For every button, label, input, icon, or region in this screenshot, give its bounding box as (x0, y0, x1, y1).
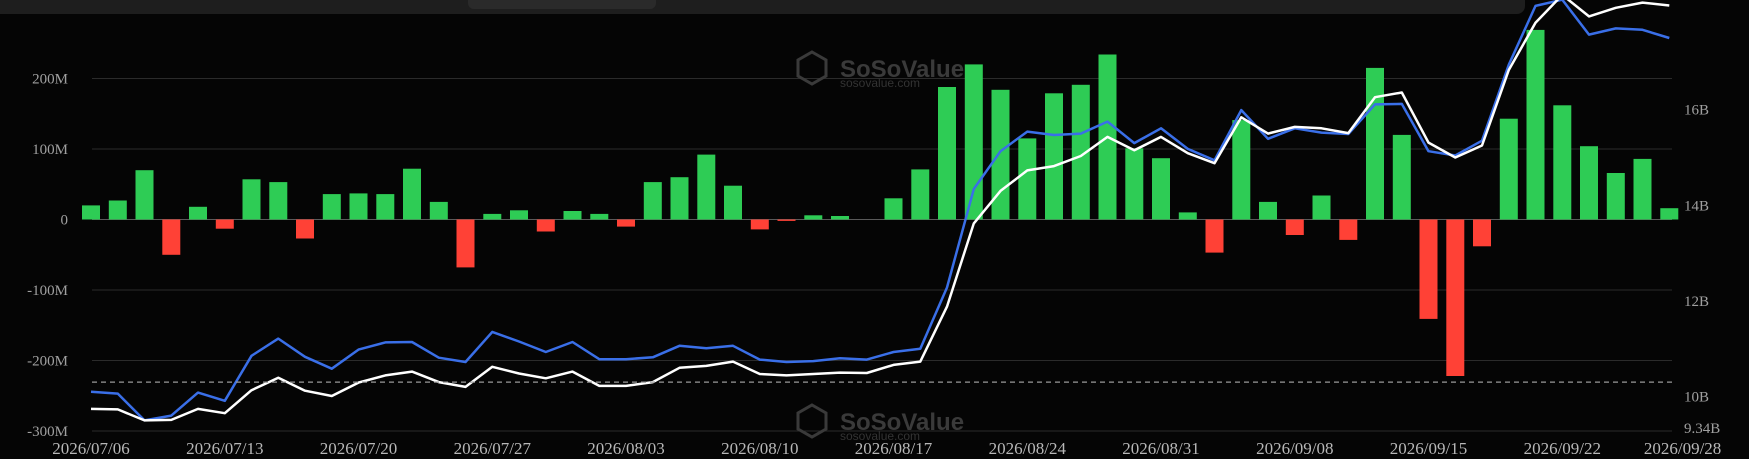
x-tick-label: 2026/07/27 (454, 439, 532, 458)
flow-bar[interactable] (1446, 219, 1465, 377)
x-tick-label: 2026/07/06 (52, 439, 129, 458)
flow-bar[interactable] (1205, 219, 1224, 253)
y-right-tick-label: 12B (1684, 294, 1709, 310)
flow-bar[interactable] (1285, 219, 1304, 236)
flow-bar[interactable] (296, 219, 314, 239)
y-right-tick-label: 14B (1684, 198, 1709, 214)
flow-bar[interactable] (804, 215, 823, 220)
flow-bar[interactable] (1392, 134, 1411, 220)
flow-bar[interactable] (189, 206, 207, 220)
watermark-top: SoSoValue sosovalue.com (796, 50, 964, 90)
flow-bar[interactable] (429, 201, 448, 220)
flow-bar[interactable] (1339, 219, 1358, 240)
flow-bar[interactable] (1259, 201, 1277, 220)
x-tick-label: 2026/08/31 (1122, 439, 1199, 458)
y-left-tick-label: 100M (32, 142, 68, 158)
watermark-bottom: SoSoValue sosovalue.com (796, 403, 964, 443)
flow-bar[interactable] (670, 177, 689, 220)
flow-bar[interactable] (376, 194, 395, 220)
y-right-tick-label: 16B (1684, 103, 1709, 119)
flow-bar[interactable] (590, 213, 609, 220)
right-axis-ticks: 16B 14B 12B 10B 9.34B (1684, 103, 1720, 437)
flow-bar[interactable] (1553, 105, 1572, 220)
x-tick-label: 2026/09/15 (1390, 439, 1467, 458)
flow-bar[interactable] (510, 210, 528, 220)
flow-bar[interactable] (777, 219, 796, 221)
flow-bar[interactable] (1633, 158, 1652, 220)
flow-bar[interactable] (617, 219, 635, 227)
flow-bar[interactable] (697, 154, 716, 220)
flow-bar[interactable] (1018, 138, 1037, 220)
flow-bar[interactable] (911, 169, 930, 220)
x-tick-label: 2026/07/20 (320, 439, 397, 458)
sosovalue-logo-icon (796, 50, 828, 86)
y-left-tick-label: -100M (27, 283, 68, 299)
flow-bar[interactable] (1526, 29, 1545, 220)
flow-bar[interactable] (135, 170, 154, 220)
chart-root: SoSoValue sosovalue.com SoSoValue sosova… (0, 0, 1749, 459)
flow-bar[interactable] (1499, 118, 1518, 220)
x-tick-label: 2026/07/13 (186, 439, 263, 458)
x-tick-label: 2026/08/24 (989, 439, 1067, 458)
flow-bar[interactable] (1660, 208, 1679, 220)
flow-bar[interactable] (403, 168, 421, 220)
flow-bar[interactable] (1419, 219, 1438, 319)
flow-bar[interactable] (964, 64, 983, 220)
top-toolbar-bar (0, 0, 1525, 14)
flow-bar[interactable] (1232, 120, 1251, 220)
flow-bar[interactable] (831, 216, 849, 220)
flow-bar[interactable] (536, 219, 555, 232)
sosovalue-logo-icon (796, 403, 828, 439)
flow-bar[interactable] (643, 182, 662, 220)
flow-bar[interactable] (563, 211, 582, 220)
flow-bar[interactable] (724, 185, 742, 220)
y-left-tick-label: 200M (32, 72, 68, 88)
flow-bar[interactable] (1152, 158, 1170, 220)
flow-bar[interactable] (884, 198, 903, 220)
flow-bar[interactable] (1580, 146, 1598, 220)
flow-bar[interactable] (242, 179, 261, 220)
x-tick-label: 2026/09/22 (1524, 439, 1601, 458)
x-tick-label: 2026/08/10 (721, 439, 798, 458)
x-tick-label: 2026/09/08 (1256, 439, 1333, 458)
y-right-tick-label: 10B (1684, 389, 1709, 405)
top-toolbar-tab[interactable] (468, 0, 656, 9)
flow-bar[interactable] (349, 193, 368, 220)
flow-bar[interactable] (483, 213, 502, 220)
flow-bar[interactable] (1045, 93, 1063, 220)
watermark-site-text: sosovalue.com (840, 76, 920, 90)
flow-bar[interactable] (269, 182, 288, 220)
x-tick-label: 2026/08/03 (587, 439, 664, 458)
flow-bar[interactable] (750, 219, 769, 230)
flow-bar[interactable] (82, 205, 100, 220)
flow-bar[interactable] (1473, 219, 1491, 247)
flow-bar[interactable] (1125, 148, 1144, 220)
y-left-tick-label: -300M (27, 424, 68, 440)
y-left-tick-label: -200M (27, 354, 68, 370)
flow-bar[interactable] (1366, 67, 1384, 220)
left-axis-ticks: 200M 100M 0 -100M -200M -300M (27, 72, 68, 441)
flow-bar[interactable] (215, 219, 234, 229)
y-right-tick-label: 9.34B (1684, 421, 1720, 437)
flow-bar[interactable] (1178, 212, 1197, 220)
x-axis-ticks: 2026/07/06 2026/07/13 2026/07/20 2026/07/27… (52, 439, 1721, 458)
x-tick-label: 2026/08/17 (855, 439, 933, 458)
flow-bar[interactable] (322, 194, 341, 220)
flow-bar[interactable] (162, 219, 181, 255)
y-left-tick-label: 0 (61, 213, 69, 229)
flow-bar[interactable] (456, 219, 475, 268)
flow-chart: SoSoValue sosovalue.com SoSoValue sosova… (27, 0, 1721, 458)
flow-bar[interactable] (108, 200, 127, 220)
flow-bar[interactable] (1312, 195, 1331, 220)
flow-bar[interactable] (1606, 173, 1625, 220)
x-tick-label: 2026/09/28 (1644, 439, 1721, 458)
flow-bar[interactable] (938, 87, 956, 220)
